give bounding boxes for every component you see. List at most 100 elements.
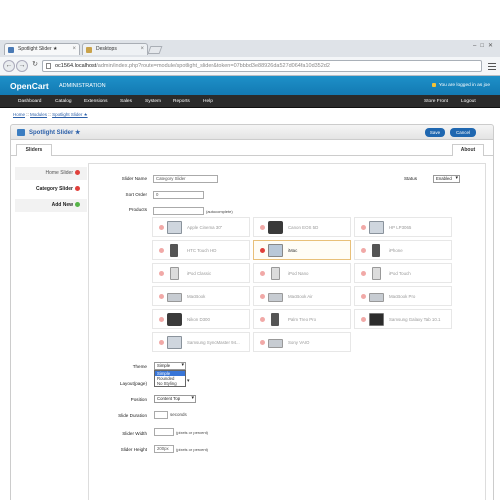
opencart-logo[interactable]: OpenCart bbox=[10, 81, 49, 91]
remove-product-icon[interactable] bbox=[361, 248, 366, 253]
close-tab-icon[interactable]: × bbox=[72, 44, 76, 55]
remove-product-icon[interactable] bbox=[260, 317, 265, 322]
browser-tab-spotlight[interactable]: Spotlight Slider ★ × bbox=[4, 43, 80, 55]
window-controls[interactable]: –□✕ bbox=[473, 42, 497, 49]
product-item[interactable]: iMac bbox=[253, 240, 351, 260]
back-button[interactable]: ← bbox=[3, 60, 15, 72]
imac-icon bbox=[268, 244, 283, 257]
product-item[interactable]: Samsung Galaxy Tab 10.1 bbox=[354, 309, 452, 329]
phone-icon bbox=[372, 244, 380, 257]
menu-logout[interactable]: Logout bbox=[461, 99, 476, 104]
product-item[interactable]: iPod Nano bbox=[253, 263, 351, 283]
remove-product-icon[interactable] bbox=[159, 317, 164, 322]
maximize-icon[interactable]: □ bbox=[480, 43, 488, 49]
remove-product-icon[interactable] bbox=[260, 225, 265, 230]
camera-icon bbox=[167, 313, 182, 326]
url-path: /admin/index.php?route=module/spotlight_… bbox=[96, 63, 330, 69]
product-item[interactable]: Sony VAIO bbox=[253, 332, 351, 352]
slider-item-category[interactable]: Category Slider bbox=[15, 183, 87, 196]
layout-dropdown-arrow-icon[interactable]: ▾ bbox=[187, 378, 190, 384]
add-new-label: Add New bbox=[51, 202, 73, 208]
slider-height-label: Slider Height bbox=[120, 447, 147, 452]
menu-store-front[interactable]: Store Front bbox=[424, 99, 448, 104]
save-button[interactable]: Save bbox=[425, 128, 445, 137]
browser-tab-desktops[interactable]: Desktops × bbox=[82, 43, 148, 55]
menu-system[interactable]: System bbox=[145, 99, 161, 104]
layout-label: Layout(page) bbox=[119, 381, 147, 386]
tab-about[interactable]: About bbox=[452, 144, 484, 156]
slider-item-home[interactable]: Home Slider bbox=[15, 167, 87, 180]
product-item[interactable]: Palm Treo Pro bbox=[253, 309, 351, 329]
menu-dashboard[interactable]: Dashboard bbox=[18, 99, 41, 104]
theme-option[interactable]: No Styling bbox=[155, 381, 185, 386]
phone-icon bbox=[271, 313, 279, 326]
menu-sales[interactable]: Sales bbox=[120, 99, 132, 104]
module-title: Spotlight Slider ★ bbox=[29, 130, 81, 136]
module-header: Spotlight Slider ★ Save Cancel bbox=[10, 124, 494, 140]
browser-menu-icon[interactable] bbox=[488, 61, 496, 71]
breadcrumb-current[interactable]: Spotlight Slider ★ bbox=[52, 112, 88, 117]
remove-icon[interactable] bbox=[75, 170, 80, 175]
slider-name-input[interactable]: Category Slider bbox=[153, 175, 218, 183]
product-item[interactable]: MacBook Air bbox=[253, 286, 351, 306]
theme-select[interactable]: Simple bbox=[154, 362, 186, 370]
laptop-icon bbox=[268, 339, 283, 348]
product-name: Samsung SyncMaster 94... bbox=[187, 340, 240, 345]
menu-catalog[interactable]: Catalog bbox=[55, 99, 72, 104]
breadcrumb-modules[interactable]: Modules bbox=[30, 112, 47, 117]
product-item[interactable]: iPod Classic bbox=[152, 263, 250, 283]
product-item[interactable]: HP LP3065 bbox=[354, 217, 452, 237]
product-item[interactable]: iPod Touch bbox=[354, 263, 452, 283]
remove-product-icon[interactable] bbox=[159, 248, 164, 253]
slide-duration-input[interactable] bbox=[154, 411, 168, 419]
remove-product-icon[interactable] bbox=[361, 294, 366, 299]
tab-sliders[interactable]: Sliders bbox=[16, 144, 52, 156]
remove-product-icon[interactable] bbox=[159, 225, 164, 230]
remove-icon[interactable] bbox=[75, 186, 80, 191]
add-icon[interactable] bbox=[75, 202, 80, 207]
remove-product-icon[interactable] bbox=[260, 271, 265, 276]
forward-button[interactable]: → bbox=[16, 60, 28, 72]
menu-reports[interactable]: Reports bbox=[173, 99, 190, 104]
tablet-icon bbox=[369, 313, 384, 326]
status-select[interactable]: Enabled bbox=[433, 175, 460, 183]
remove-product-icon[interactable] bbox=[361, 317, 366, 322]
product-item[interactable]: Apple Cinema 30" bbox=[152, 217, 250, 237]
product-item[interactable]: Nikon D300 bbox=[152, 309, 250, 329]
menu-help[interactable]: Help bbox=[203, 99, 213, 104]
close-tab-icon[interactable]: × bbox=[140, 44, 144, 55]
remove-product-icon[interactable] bbox=[260, 294, 265, 299]
address-bar[interactable]: oc1564.localhost/admin/index.php?route=m… bbox=[42, 60, 482, 72]
sort-order-input[interactable]: 0 bbox=[153, 191, 204, 199]
remove-product-icon[interactable] bbox=[361, 271, 366, 276]
products-autocomplete-input[interactable] bbox=[153, 207, 204, 215]
product-item[interactable]: iPhone bbox=[354, 240, 452, 260]
product-item[interactable]: Samsung SyncMaster 94... bbox=[152, 332, 250, 352]
add-new-slider[interactable]: Add New bbox=[15, 199, 87, 212]
slider-item-label: Home Slider bbox=[45, 170, 73, 176]
product-item[interactable]: Canon EOS 5D bbox=[253, 217, 351, 237]
remove-product-icon[interactable] bbox=[361, 225, 366, 230]
breadcrumb-home[interactable]: Home bbox=[13, 112, 25, 117]
cancel-button[interactable]: Cancel bbox=[450, 128, 476, 137]
product-item[interactable]: MacBook bbox=[152, 286, 250, 306]
product-name: Sony VAIO bbox=[288, 340, 310, 345]
close-window-icon[interactable]: ✕ bbox=[488, 43, 497, 49]
remove-product-icon[interactable] bbox=[260, 340, 265, 345]
slider-height-input[interactable]: 200px bbox=[154, 445, 174, 453]
position-select[interactable]: Content Top bbox=[154, 395, 196, 403]
page-icon bbox=[46, 63, 51, 69]
reload-button[interactable]: ↻ bbox=[29, 60, 41, 72]
menu-extensions[interactable]: Extensions bbox=[84, 99, 107, 104]
product-name: Samsung Galaxy Tab 10.1 bbox=[389, 317, 441, 322]
slider-width-label: Slider Width bbox=[122, 431, 147, 436]
remove-product-icon[interactable] bbox=[260, 248, 265, 253]
remove-product-icon[interactable] bbox=[159, 294, 164, 299]
remove-product-icon[interactable] bbox=[159, 340, 164, 345]
slider-width-input[interactable] bbox=[154, 428, 174, 436]
new-tab-button[interactable] bbox=[147, 46, 163, 54]
product-item[interactable]: MacBook Pro bbox=[354, 286, 452, 306]
remove-product-icon[interactable] bbox=[159, 271, 164, 276]
product-item[interactable]: HTC Touch HD bbox=[152, 240, 250, 260]
autocomplete-hint: (autocomplete) bbox=[206, 209, 233, 214]
